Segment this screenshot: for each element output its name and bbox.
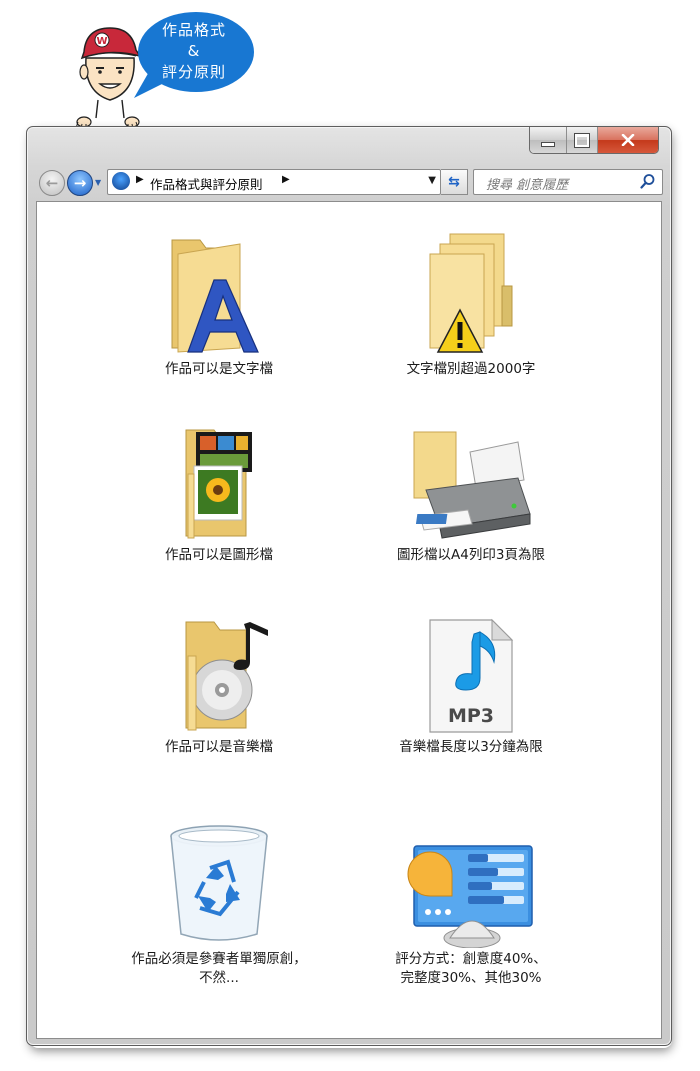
file-view: 作品可以是文字檔 文字檔別超過2000字 作品可以是圖形檔 圖形檔以A4列印3頁… (36, 201, 662, 1039)
forward-arrow-icon: → (73, 174, 87, 192)
item-scoring-rule[interactable]: 評分方式：創意度40%、 完整度30%、其他30% (351, 842, 591, 988)
chevron-right-icon[interactable]: ▶ (136, 174, 144, 185)
item-label: 音樂檔長度以3分鐘為限 (399, 739, 543, 755)
back-arrow-icon: ← (45, 174, 59, 192)
close-icon (621, 134, 635, 146)
navigation-bar: ← → ▼ ▶ 作品格式與評分原則 ▶ ▼ ⇆ 搜尋 創意履歷 (37, 167, 663, 199)
bubble-line-3: 評分原則 (161, 63, 226, 81)
item-image-file[interactable]: 作品可以是圖形檔 (99, 424, 339, 565)
bubble-line-1: 作品格式 (161, 21, 226, 39)
back-button[interactable]: ← (39, 170, 65, 196)
explorer-window: ← → ▼ ▶ 作品格式與評分原則 ▶ ▼ ⇆ 搜尋 創意履歷 作品可以是文字檔… (26, 126, 672, 1046)
close-button[interactable] (597, 127, 658, 153)
item-label: 圖形檔以A4列印3頁為限 (397, 547, 545, 563)
refresh-icon: ⇆ (448, 174, 460, 190)
item-label: 文字檔別超過2000字 (406, 361, 536, 377)
mp3-file-icon: MP3 (429, 618, 514, 733)
item-label-line-2: 不然... (199, 970, 239, 986)
music-folder-icon (185, 621, 268, 731)
control-panel-icon (407, 845, 533, 948)
caption-buttons (529, 127, 659, 154)
search-input[interactable]: 搜尋 創意履歷 (486, 174, 568, 193)
minimize-button[interactable] (530, 127, 566, 153)
breadcrumb[interactable]: 作品格式與評分原則 (150, 174, 263, 193)
recycle-bin-icon (170, 825, 268, 941)
svg-text:W: W (96, 36, 107, 47)
warning-folder-icon (429, 233, 513, 353)
bubble-text: 作品格式 & 評分原則 (132, 20, 256, 83)
search-icon[interactable] (640, 173, 656, 189)
item-label-line-1: 評分方式：創意度40%、 (395, 951, 547, 967)
speech-bubble: 作品格式 & 評分原則 (132, 8, 256, 100)
mp3-badge: MP3 (448, 705, 494, 727)
search-box[interactable]: 搜尋 創意履歷 (473, 169, 663, 195)
windows-logo-icon (112, 172, 130, 190)
item-label: 作品可以是音樂檔 (165, 739, 273, 755)
maximize-button[interactable] (566, 127, 597, 153)
item-original-rule[interactable]: 作品必須是參賽者單獨原創， 不然... (99, 822, 339, 988)
address-bar[interactable]: ▶ 作品格式與評分原則 ▶ ▼ (107, 169, 441, 195)
text-folder-icon (171, 239, 259, 353)
item-label: 作品可以是文字檔 (165, 361, 273, 377)
item-text-file[interactable]: 作品可以是文字檔 (99, 230, 339, 379)
picture-folder-icon (185, 429, 252, 539)
item-label-line-1: 作品必須是參賽者單獨原創， (131, 951, 307, 967)
item-text-limit[interactable]: 文字檔別超過2000字 (351, 230, 591, 379)
minimize-icon (541, 141, 555, 147)
address-dropdown-icon[interactable]: ▼ (428, 175, 436, 186)
maximize-icon (574, 132, 590, 148)
bubble-line-2: & (187, 42, 201, 60)
refresh-button[interactable]: ⇆ (441, 169, 468, 195)
item-label: 作品可以是圖形檔 (165, 547, 273, 563)
item-music-limit[interactable]: MP3 音樂檔長度以3分鐘為限 (351, 616, 591, 757)
chevron-right-icon[interactable]: ▶ (282, 174, 290, 185)
item-music-file[interactable]: 作品可以是音樂檔 (99, 616, 339, 757)
forward-button[interactable]: → (67, 170, 93, 196)
item-label-line-2: 完整度30%、其他30% (400, 970, 542, 986)
recent-pages-button[interactable]: ▼ (95, 178, 101, 187)
printer-icon (413, 431, 531, 539)
item-image-limit[interactable]: 圖形檔以A4列印3頁為限 (351, 424, 591, 565)
